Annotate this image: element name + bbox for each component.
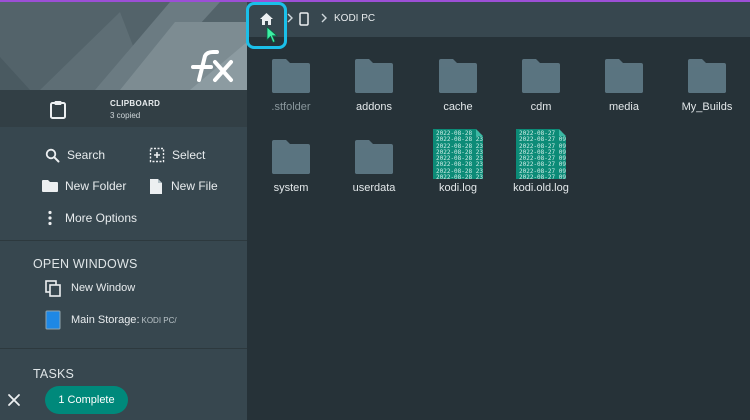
new-file-label: New File — [171, 179, 218, 193]
folder-item[interactable]: userdata — [334, 136, 414, 194]
clipboard-panel[interactable]: CLIPBOARD 3 copied — [0, 90, 247, 127]
clipboard-title: CLIPBOARD — [110, 99, 161, 108]
search-label: Search — [67, 148, 106, 162]
fx-logo-icon — [191, 50, 233, 82]
file-name: kodi.old.log — [513, 182, 569, 194]
file-name: cdm — [530, 101, 552, 113]
select-button[interactable]: Select — [148, 145, 205, 165]
log-file-thumbnail: 2022-08-27 09 2022-08-27 09 2022-08-27 0… — [516, 129, 566, 179]
folder-item[interactable]: cdm — [501, 55, 581, 113]
file-name: userdata — [352, 182, 396, 194]
chevron-right-icon — [287, 13, 293, 23]
folder-icon — [604, 55, 644, 95]
folder-item[interactable]: system — [251, 136, 331, 194]
file-name: system — [273, 182, 309, 194]
folder-item[interactable]: .stfolder — [251, 55, 331, 113]
folder-icon — [438, 55, 478, 95]
folder-icon — [271, 136, 311, 176]
clipboard-icon — [50, 101, 66, 119]
more-options-label: More Options — [65, 211, 138, 225]
main-storage-label: Main Storage — [71, 314, 137, 326]
clipboard-count: 3 copied — [110, 111, 141, 120]
tasks-heading: TASKS — [33, 367, 75, 381]
mouse-cursor-icon — [266, 26, 278, 44]
folder-icon — [521, 55, 561, 95]
new-file-button[interactable]: New File — [147, 176, 218, 196]
select-icon — [148, 146, 166, 164]
folder-item[interactable]: media — [584, 55, 664, 113]
select-label: Select — [172, 148, 206, 162]
sidebar-divider — [0, 240, 247, 241]
folder-item[interactable]: addons — [334, 55, 414, 113]
search-button[interactable]: Search — [43, 145, 105, 165]
more-vertical-icon — [41, 209, 59, 227]
new-window-label: New Window — [71, 282, 136, 294]
new-folder-button[interactable]: New Folder — [41, 176, 126, 196]
folder-icon — [687, 55, 727, 95]
new-folder-label: New Folder — [65, 179, 127, 193]
device-icon[interactable] — [299, 12, 309, 26]
storage-window-icon — [44, 310, 62, 330]
sidebar: CLIPBOARD 3 copied Search Select New Fol… — [0, 2, 247, 420]
new-window-icon — [44, 278, 62, 298]
file-name: addons — [355, 101, 393, 113]
close-icon[interactable] — [6, 392, 22, 408]
file-name: media — [609, 101, 639, 113]
file-item[interactable]: 2022-08-28 23 2022-08-28 23 2022-08-28 2… — [418, 129, 498, 194]
task-status-badge[interactable]: 1 Complete — [45, 386, 128, 414]
folder-icon — [354, 136, 394, 176]
home-icon — [260, 13, 273, 25]
file-icon — [147, 177, 165, 195]
folder-item[interactable]: cache — [418, 55, 498, 113]
search-icon — [43, 146, 61, 164]
folder-icon — [354, 55, 394, 95]
file-name: My_Builds — [681, 101, 733, 113]
folder-icon — [271, 55, 311, 95]
new-window-button[interactable]: New Window — [44, 277, 135, 299]
file-item[interactable]: 2022-08-27 09 2022-08-27 09 2022-08-27 0… — [501, 129, 581, 194]
chevron-right-icon — [321, 13, 327, 23]
folder-icon — [41, 177, 59, 195]
main-storage-window[interactable]: Main Storage: KODI PC/ — [44, 309, 177, 331]
more-options-button[interactable]: More Options — [41, 208, 137, 228]
file-name: kodi.log — [439, 182, 477, 194]
file-name: cache — [443, 101, 473, 113]
app-banner — [0, 2, 247, 90]
log-file-thumbnail: 2022-08-28 23 2022-08-28 23 2022-08-28 2… — [433, 129, 483, 179]
open-windows-heading: OPEN WINDOWS — [33, 257, 138, 271]
breadcrumb-device[interactable]: KODI PC — [334, 13, 375, 24]
main-storage-path: KODI PC/ — [141, 315, 177, 325]
sidebar-divider — [0, 348, 247, 349]
folder-item[interactable]: My_Builds — [667, 55, 747, 113]
file-name: .stfolder — [271, 101, 311, 113]
